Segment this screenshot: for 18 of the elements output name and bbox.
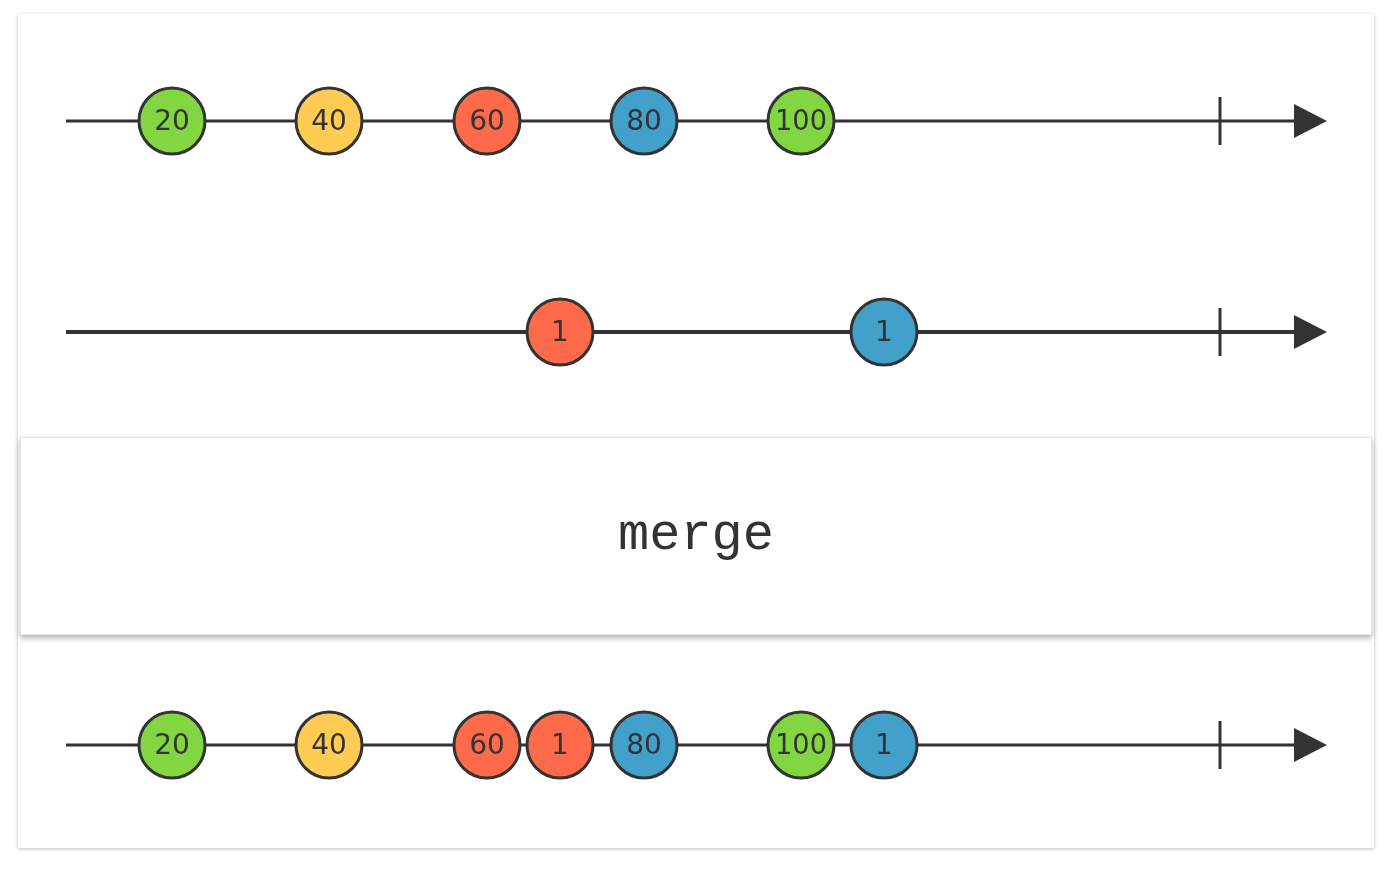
completion-tick	[1218, 308, 1222, 356]
marble[interactable]: 1	[525, 297, 595, 367]
marble: 1	[525, 710, 595, 780]
completion-tick	[1218, 721, 1222, 769]
completion-tick	[1218, 97, 1222, 145]
marble: 20	[137, 710, 207, 780]
marble: 1	[849, 710, 919, 780]
marble[interactable]: 60	[452, 86, 522, 156]
marble: 80	[609, 710, 679, 780]
operator-label: merge	[618, 510, 774, 562]
marble[interactable]: 40	[294, 86, 364, 156]
marble: 60	[452, 710, 522, 780]
marble: 40	[294, 710, 364, 780]
marble: 100	[766, 710, 836, 780]
marble[interactable]: 20	[137, 86, 207, 156]
marble[interactable]: 100	[766, 86, 836, 156]
marble[interactable]: 1	[849, 297, 919, 367]
marble[interactable]: 80	[609, 86, 679, 156]
